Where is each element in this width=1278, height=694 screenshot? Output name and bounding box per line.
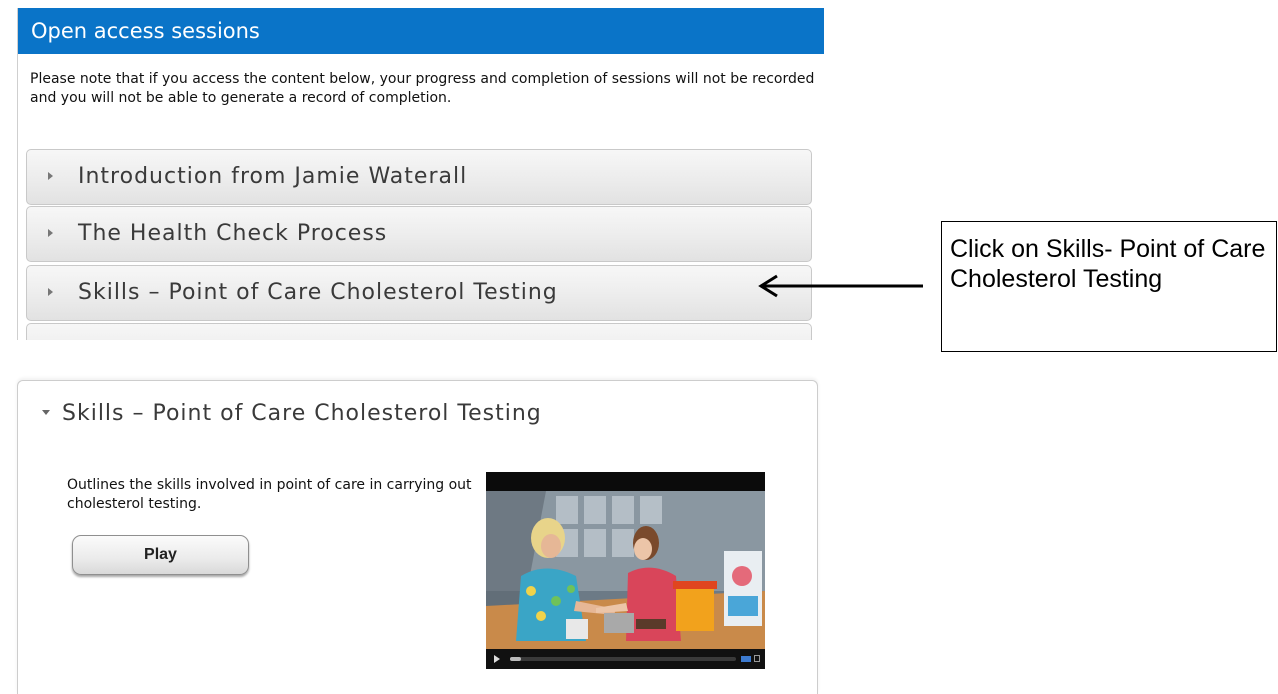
chevron-right-icon (48, 288, 53, 296)
session-item-introduction[interactable]: Introduction from Jamie Waterall (26, 149, 812, 205)
session-item-next[interactable] (26, 323, 812, 340)
expanded-session-panel: Skills – Point of Care Cholesterol Testi… (17, 380, 818, 694)
chevron-right-icon (48, 172, 53, 180)
session-label: The Health Check Process (78, 221, 388, 246)
video-player[interactable] (486, 472, 765, 669)
video-thumbnail (486, 491, 765, 649)
pointer-arrow-icon (758, 274, 923, 298)
instruction-callout: Click on Skills- Point of Care Cholester… (941, 221, 1277, 352)
access-notice: Please note that if you access the conte… (30, 71, 815, 106)
volume-icon[interactable] (741, 656, 751, 662)
chevron-right-icon (48, 229, 53, 237)
expanded-session-title: Skills – Point of Care Cholesterol Testi… (62, 401, 542, 426)
panel-title: Open access sessions (18, 8, 824, 54)
fullscreen-icon[interactable] (754, 655, 760, 662)
play-button[interactable]: Play (72, 535, 249, 575)
session-label: Introduction from Jamie Waterall (78, 164, 468, 189)
open-access-panel: Open access sessions Please note that if… (17, 8, 824, 340)
session-item-health-check-process[interactable]: The Health Check Process (26, 206, 812, 262)
play-icon[interactable] (494, 655, 500, 663)
chevron-down-icon (42, 410, 50, 415)
video-controls (486, 649, 765, 669)
video-progress-bar[interactable] (510, 657, 736, 661)
session-label: Skills – Point of Care Cholesterol Testi… (78, 280, 558, 305)
expanded-session-header[interactable]: Skills – Point of Care Cholesterol Testi… (18, 381, 817, 441)
video-progress-fill (510, 657, 522, 661)
session-item-cholesterol-testing[interactable]: Skills – Point of Care Cholesterol Testi… (26, 265, 812, 321)
session-description: Outlines the skills involved in point of… (67, 477, 472, 512)
